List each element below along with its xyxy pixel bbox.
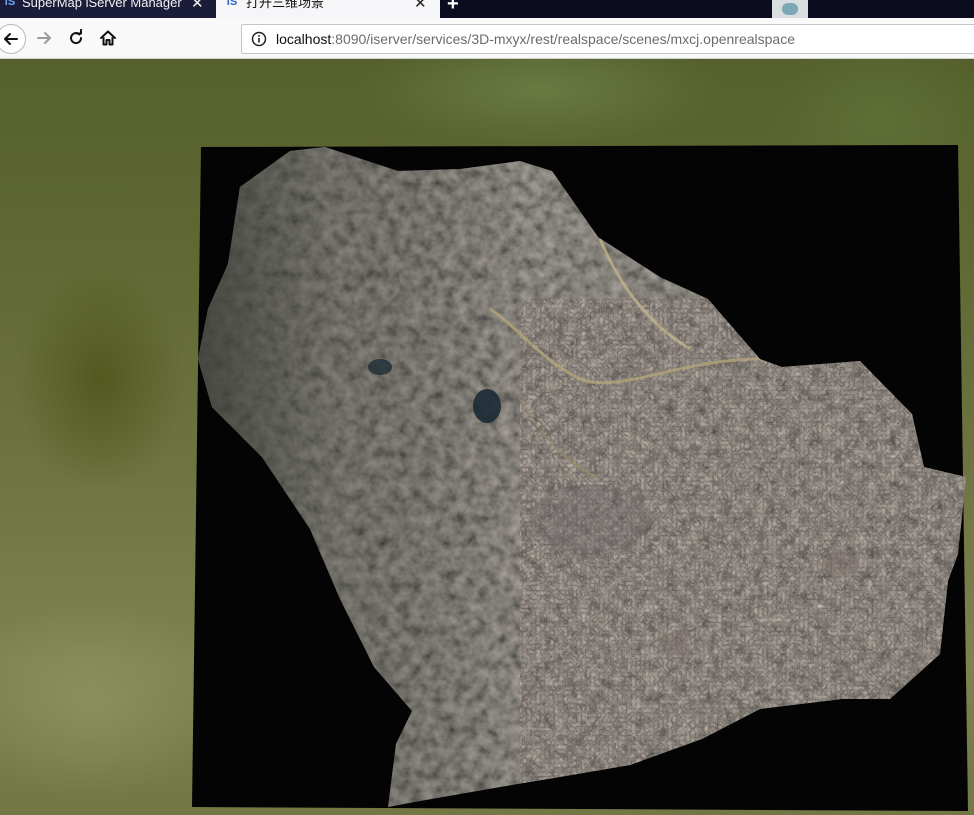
browser-window: iS SuperMap iServer Manager ✕ iS 打开三维场景 … <box>0 0 974 815</box>
tab-close-icon[interactable]: ✕ <box>414 0 427 12</box>
tab-strip: iS SuperMap iServer Manager ✕ iS 打开三维场景 … <box>0 0 974 18</box>
tab-supermap-iserver-manager[interactable]: iS SuperMap iServer Manager ✕ <box>0 0 216 18</box>
url-text[interactable]: localhost:8090/iserver/services/3D-mxyx/… <box>276 31 795 48</box>
tab-open-3d-scene[interactable]: iS 打开三维场景 ✕ <box>216 0 440 18</box>
home-button[interactable] <box>94 24 122 52</box>
supermap-favicon-icon: iS <box>4 0 16 8</box>
back-button[interactable] <box>0 24 26 54</box>
forward-button[interactable] <box>30 24 58 52</box>
new-tab-button[interactable]: + <box>447 0 459 14</box>
url-host: localhost <box>276 31 332 47</box>
tab-title: 打开三维场景 <box>246 0 325 10</box>
scene-canvas[interactable] <box>0 59 974 815</box>
home-icon <box>100 30 116 46</box>
supermap-favicon-icon: iS <box>226 0 238 8</box>
realspace-scene-viewport[interactable] <box>0 59 974 815</box>
back-arrow-icon <box>4 33 18 45</box>
tab-title: SuperMap iServer Manager <box>22 0 182 10</box>
navigation-toolbar: localhost:8090/iserver/services/3D-mxyx/… <box>0 18 974 59</box>
url-path: :8090/iserver/services/3D-mxyx/rest/real… <box>331 31 796 47</box>
forward-arrow-icon <box>37 32 51 44</box>
tab-close-icon[interactable]: ✕ <box>191 0 204 12</box>
reload-icon <box>70 29 83 45</box>
address-bar[interactable]: localhost:8090/iserver/services/3D-mxyx/… <box>241 24 974 54</box>
info-icon[interactable] <box>251 31 267 47</box>
taskbar-tray-icon <box>772 0 808 18</box>
reload-button[interactable] <box>62 24 90 52</box>
